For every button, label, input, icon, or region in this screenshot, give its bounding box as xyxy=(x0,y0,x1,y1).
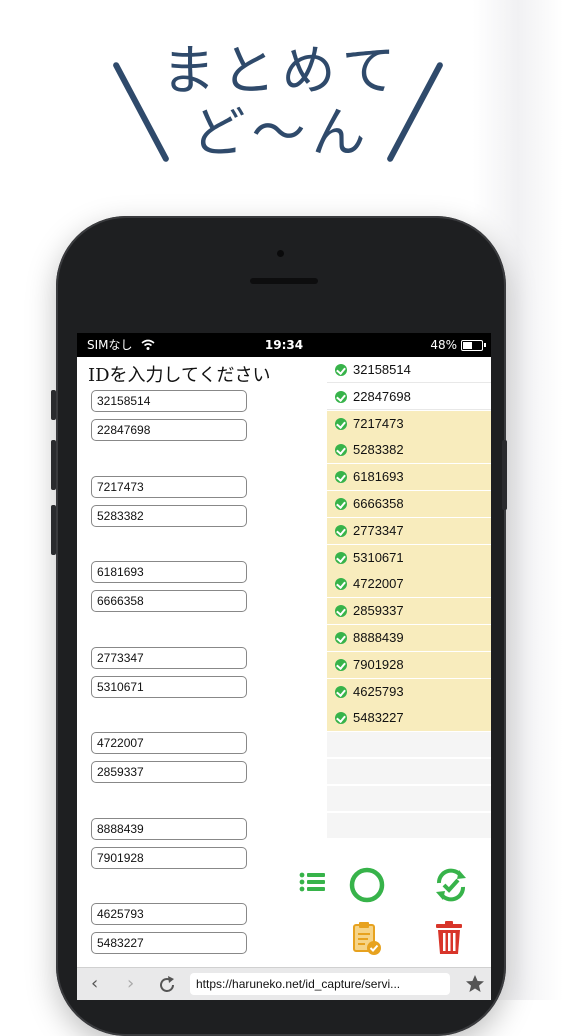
list-item: 22847698 xyxy=(327,384,491,410)
volume-up-button xyxy=(51,440,56,490)
battery-level xyxy=(463,342,472,349)
check-icon xyxy=(335,578,347,591)
empty-list-row xyxy=(327,759,491,785)
battery-icon xyxy=(461,340,486,351)
reload-icon[interactable] xyxy=(157,975,177,995)
list-item: 4722007 xyxy=(327,571,491,598)
earpiece-speaker xyxy=(250,278,318,284)
list-item-id: 32158514 xyxy=(353,362,411,377)
front-camera xyxy=(277,250,284,257)
list-item-id: 2859337 xyxy=(353,603,404,619)
check-icon xyxy=(335,712,347,725)
circle-icon[interactable] xyxy=(348,866,386,904)
headline-line-2: ど〜ん xyxy=(191,101,372,164)
phone-screen: SIMなし 19:34 48% IDを入力してください 32158514 2284… xyxy=(77,333,491,1000)
id-input-field[interactable]: 5310671 xyxy=(91,675,247,698)
volume-down-button xyxy=(51,505,56,555)
id-input-field[interactable]: 4722007 xyxy=(91,732,247,754)
trash-icon[interactable] xyxy=(433,920,465,956)
list-item-id: 4625793 xyxy=(353,683,404,699)
id-input-field[interactable]: 6666358 xyxy=(91,590,247,612)
input-prompt: IDを入力してください xyxy=(88,365,271,386)
list-item: 4625793 xyxy=(327,678,491,705)
check-icon xyxy=(335,498,347,510)
headline-line-1: まとめて xyxy=(161,39,402,102)
id-input-field[interactable]: 7217473 xyxy=(91,475,247,498)
id-input-field[interactable]: 32158514 xyxy=(91,390,247,412)
check-icon xyxy=(335,524,347,537)
id-input-field[interactable]: 22847698 xyxy=(91,419,247,441)
check-icon xyxy=(335,685,347,698)
list-item: 5283382 xyxy=(327,437,491,464)
list-item-id: 6181693 xyxy=(353,469,404,485)
id-input-field[interactable]: 5483227 xyxy=(91,932,247,954)
list-item-id: 5310671 xyxy=(353,549,404,565)
list-item-id: 2773347 xyxy=(353,522,404,538)
check-icon xyxy=(335,551,347,564)
star-icon[interactable] xyxy=(465,974,485,994)
list-item: 2773347 xyxy=(327,517,491,544)
clipboard-check-icon[interactable] xyxy=(350,921,384,957)
browser-toolbar: ‹ › https://haruneko.net/id_capture/serv… xyxy=(77,967,491,1000)
id-input-field[interactable]: 6181693 xyxy=(91,561,247,583)
mute-switch xyxy=(51,390,56,420)
id-input-field[interactable]: 4625793 xyxy=(91,903,247,925)
promo-headline: まとめて ど〜ん xyxy=(0,40,563,164)
battery-percentage: 48% xyxy=(430,338,457,352)
list-item-id: 7901928 xyxy=(353,656,404,672)
list-item: 32158514 xyxy=(327,357,491,383)
list-item-id: 22847698 xyxy=(353,388,411,404)
status-bar: SIMなし 19:34 48% xyxy=(77,333,491,357)
check-icon xyxy=(335,471,347,484)
id-input-field[interactable]: 8888439 xyxy=(91,817,247,840)
back-button[interactable]: ‹ xyxy=(91,973,98,994)
list-item-id: 8888439 xyxy=(353,630,404,645)
forward-button[interactable]: › xyxy=(127,973,134,994)
id-input-field[interactable]: 2773347 xyxy=(91,646,247,669)
list-item: 2859337 xyxy=(327,598,491,625)
list-item: 8888439 xyxy=(327,625,491,651)
empty-list-row xyxy=(327,812,491,839)
id-input-field[interactable]: 2859337 xyxy=(91,761,247,783)
clock: 19:34 xyxy=(264,338,304,352)
list-item: 7901928 xyxy=(327,651,491,678)
empty-list-row xyxy=(327,785,491,812)
list-item-id: 4722007 xyxy=(353,576,404,592)
check-icon xyxy=(335,605,347,618)
list-item-id: 5283382 xyxy=(353,442,404,458)
list-item: 6181693 xyxy=(327,464,491,491)
id-input-field[interactable]: 7901928 xyxy=(91,846,247,869)
id-input-panel: IDを入力してください 32158514 22847698 7217473 52833… xyxy=(77,357,327,967)
check-icon xyxy=(335,658,347,671)
empty-list-row xyxy=(327,732,491,759)
check-icon xyxy=(335,364,347,376)
list-item-id: 7217473 xyxy=(353,415,404,431)
list-item-id: 5483227 xyxy=(353,710,404,726)
list-item-id: 6666358 xyxy=(353,496,404,511)
sync-check-icon[interactable] xyxy=(431,866,471,904)
check-icon xyxy=(335,417,347,430)
list-icon[interactable] xyxy=(299,871,327,893)
check-icon xyxy=(335,444,347,457)
id-input-field[interactable]: 5283382 xyxy=(91,504,247,527)
check-icon xyxy=(335,632,347,644)
list-item: 6666358 xyxy=(327,491,491,517)
list-item: 5310671 xyxy=(327,544,491,571)
check-icon xyxy=(335,390,347,403)
url-bar[interactable]: https://haruneko.net/id_capture/servi... xyxy=(190,973,450,995)
list-item: 7217473 xyxy=(327,410,491,437)
list-item: 5483227 xyxy=(327,705,491,732)
power-button xyxy=(502,440,507,510)
